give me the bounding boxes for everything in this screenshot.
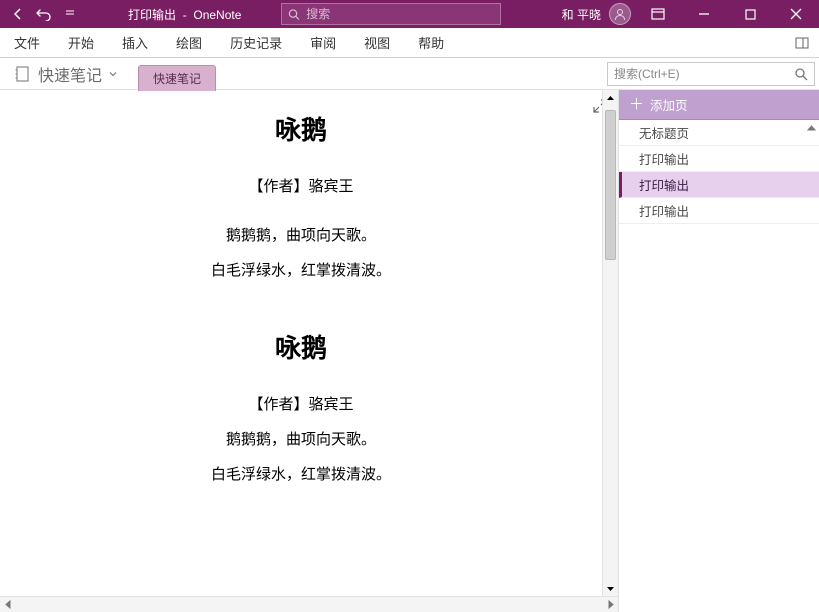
poem-author: 【作者】骆宾王 [60, 393, 542, 414]
document-title: 打印输出 [128, 8, 176, 22]
plus-icon: ＋ [629, 97, 644, 112]
back-button[interactable] [8, 4, 28, 24]
titlebar: 打印输出 - OneNote 和 平晓 [0, 0, 819, 28]
ribbon-tab-review[interactable]: 审阅 [296, 28, 350, 57]
page-item[interactable]: 打印输出 [619, 172, 819, 198]
poem-block: 咏鹅 【作者】骆宾王 鹅鹅鹅，曲项向天歌。 白毛浮绿水，红掌拨清波。 [60, 328, 542, 484]
main-area: 咏鹅 【作者】骆宾王 鹅鹅鹅，曲项向天歌。 白毛浮绿水，红掌拨清波。 咏鹅 【作… [0, 90, 819, 612]
notebook-dropdown[interactable]: 快速笔记 [8, 60, 124, 88]
page-item-label: 打印输出 [639, 149, 689, 168]
page-search[interactable] [607, 62, 815, 86]
poem-line: 鹅鹅鹅，曲项向天歌。 [60, 224, 542, 245]
page-canvas[interactable]: 咏鹅 【作者】骆宾王 鹅鹅鹅，曲项向天歌。 白毛浮绿水，红掌拨清波。 咏鹅 【作… [0, 90, 602, 552]
ribbon-tab-view[interactable]: 视图 [350, 28, 404, 57]
notebook-bar: 快速笔记 快速笔记 [0, 58, 819, 90]
poem-line: 鹅鹅鹅，曲项向天歌。 [60, 428, 542, 449]
global-search-input[interactable] [306, 7, 494, 21]
page-item[interactable]: 打印输出 [619, 198, 819, 224]
add-page-label: 添加页 [650, 95, 688, 114]
page-item[interactable]: 打印输出 [619, 146, 819, 172]
poem-block: 咏鹅 【作者】骆宾王 鹅鹅鹅，曲项向天歌。 白毛浮绿水，红掌拨清波。 [60, 110, 542, 280]
page-search-input[interactable] [614, 67, 794, 81]
pagelist-scroll-up[interactable] [803, 120, 819, 136]
section-tab[interactable]: 快速笔记 [138, 65, 216, 91]
scroll-up-button[interactable] [603, 90, 619, 106]
app-name: OneNote [193, 8, 241, 22]
avatar[interactable] [609, 3, 631, 25]
page-items: 无标题页 打印输出 打印输出 打印输出 [619, 120, 819, 612]
collapse-ribbon-button[interactable] [785, 28, 819, 57]
ribbon-tab-draw[interactable]: 绘图 [162, 28, 216, 57]
page-canvas-wrap: 咏鹅 【作者】骆宾王 鹅鹅鹅，曲项向天歌。 白毛浮绿水，红掌拨清波。 咏鹅 【作… [0, 90, 619, 612]
ribbon-display-button[interactable] [635, 0, 681, 28]
scroll-track[interactable] [16, 597, 602, 612]
ribbon: 文件 开始 插入 绘图 历史记录 审阅 视图 帮助 [0, 28, 819, 58]
ribbon-tab-history[interactable]: 历史记录 [216, 28, 296, 57]
ribbon-tab-insert[interactable]: 插入 [108, 28, 162, 57]
user-name: 和 平晓 [562, 6, 601, 23]
poem-line: 白毛浮绿水，红掌拨清波。 [60, 259, 542, 280]
global-search[interactable] [281, 3, 501, 25]
notebook-icon [14, 65, 32, 83]
ribbon-tab-file[interactable]: 文件 [0, 28, 54, 57]
minimize-button[interactable] [681, 0, 727, 28]
scroll-left-button[interactable] [0, 597, 16, 612]
user-area[interactable]: 和 平晓 [562, 3, 631, 25]
section-tab-label: 快速笔记 [153, 70, 201, 87]
search-icon [794, 67, 808, 81]
page-list-panel: ＋ 添加页 无标题页 打印输出 打印输出 打印输出 [619, 90, 819, 612]
poem-author: 【作者】骆宾王 [60, 175, 542, 196]
search-icon [288, 8, 300, 21]
canvas-vscrollbar[interactable] [602, 90, 618, 596]
scroll-right-button[interactable] [602, 597, 618, 612]
scroll-down-button[interactable] [603, 580, 619, 596]
page-item-label: 无标题页 [639, 123, 689, 142]
canvas-hscrollbar[interactable] [0, 596, 618, 612]
page-item-label: 打印输出 [639, 175, 689, 194]
notebook-name: 快速笔记 [38, 62, 102, 86]
ribbon-tab-help[interactable]: 帮助 [404, 28, 458, 57]
undo-button[interactable] [34, 4, 54, 24]
poem-title: 咏鹅 [60, 328, 542, 365]
page-item[interactable]: 无标题页 [619, 120, 819, 146]
close-button[interactable] [773, 0, 819, 28]
maximize-button[interactable] [727, 0, 773, 28]
poem-line: 白毛浮绿水，红掌拨清波。 [60, 463, 542, 484]
person-icon [613, 7, 627, 21]
qat-customize-button[interactable] [60, 4, 80, 24]
page-item-label: 打印输出 [639, 201, 689, 220]
ribbon-tab-home[interactable]: 开始 [54, 28, 108, 57]
scroll-track[interactable] [603, 106, 618, 580]
chevron-down-icon [108, 69, 118, 79]
add-page-button[interactable]: ＋ 添加页 [619, 90, 819, 120]
scroll-thumb[interactable] [605, 110, 616, 260]
poem-title: 咏鹅 [60, 110, 542, 147]
window-title: 打印输出 - OneNote [128, 6, 241, 23]
